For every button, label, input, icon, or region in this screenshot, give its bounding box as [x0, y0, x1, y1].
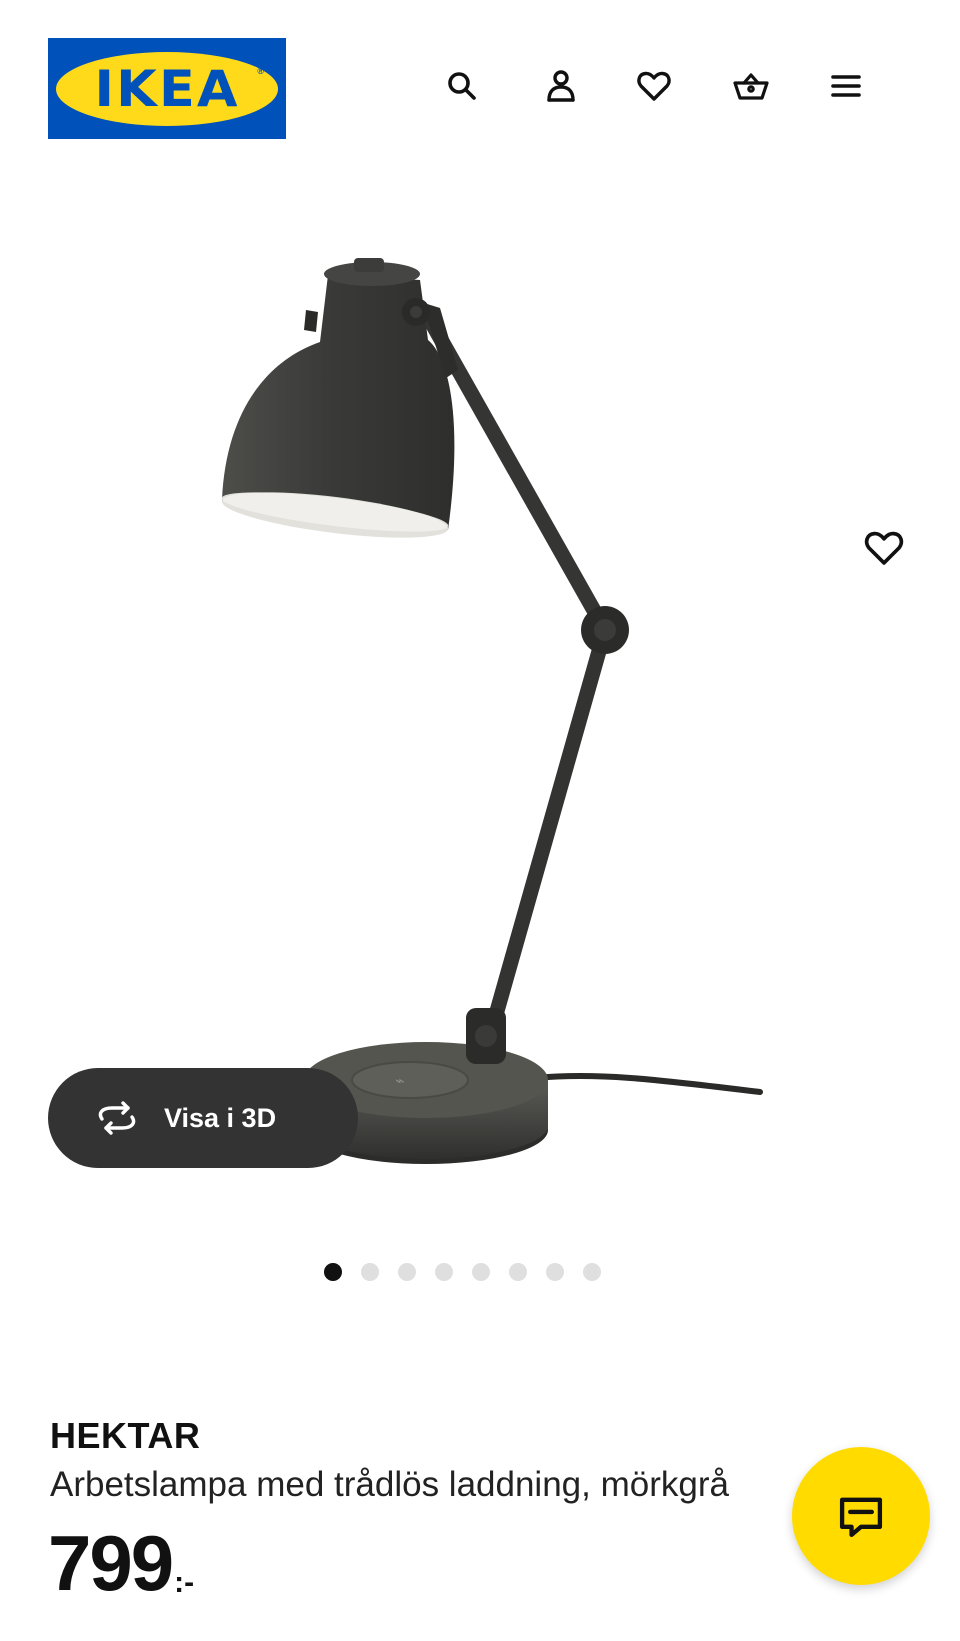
logo-oval: IKEA	[56, 51, 278, 126]
basket-button[interactable]	[727, 62, 775, 110]
add-to-favourites-button[interactable]	[856, 520, 912, 576]
chat-icon	[839, 1497, 883, 1538]
menu-icon	[831, 75, 861, 97]
heart-icon	[637, 71, 671, 101]
basket-icon	[733, 73, 769, 100]
site-header: IKEA ®	[0, 0, 960, 160]
search-button[interactable]	[438, 62, 486, 110]
chat-button[interactable]	[792, 1447, 930, 1585]
product-page: IKEA ® ⌁ Visa i 3D HEKTAR Arbetslampa me…	[0, 0, 960, 1641]
carousel-dot[interactable]	[508, 1263, 527, 1281]
account-button[interactable]	[537, 62, 585, 110]
svg-text:⌁: ⌁	[395, 1071, 405, 1090]
search-icon	[448, 72, 476, 100]
carousel-dot[interactable]	[323, 1263, 342, 1281]
favourites-button[interactable]	[630, 62, 678, 110]
carousel-dot[interactable]	[471, 1263, 490, 1281]
account-icon	[547, 70, 575, 102]
price-suffix: :-	[174, 1566, 195, 1599]
logo-text: IKEA	[94, 59, 240, 118]
product-price: 799 :-	[48, 1524, 194, 1602]
rotate-3d-icon	[98, 1101, 136, 1135]
view-in-3d-button[interactable]: Visa i 3D	[48, 1068, 358, 1168]
product-description: Arbetslampa med trådlös laddning, mörkgr…	[50, 1465, 729, 1504]
carousel-dot[interactable]	[545, 1263, 564, 1281]
logo-registered-mark: ®	[257, 66, 264, 76]
view-in-3d-label: Visa i 3D	[164, 1102, 277, 1133]
carousel-dot[interactable]	[360, 1263, 379, 1281]
price-integer: 799	[48, 1519, 174, 1607]
carousel-dot[interactable]	[582, 1263, 601, 1281]
carousel-dot[interactable]	[397, 1263, 416, 1281]
ikea-logo[interactable]: IKEA ®	[48, 38, 286, 139]
product-name: HEKTAR	[50, 1415, 201, 1456]
carousel-dot[interactable]	[434, 1263, 453, 1281]
menu-button[interactable]	[822, 62, 870, 110]
carousel-indicator	[0, 1263, 960, 1287]
heart-icon	[864, 531, 904, 565]
